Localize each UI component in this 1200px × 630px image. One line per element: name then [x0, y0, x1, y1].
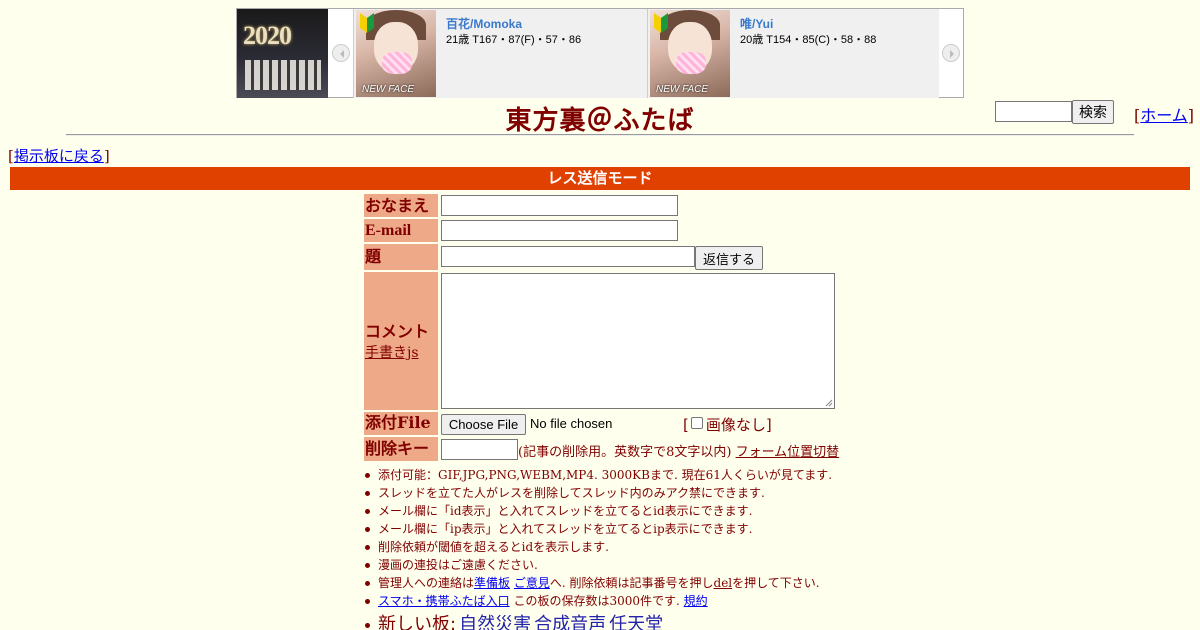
list-item: 削除依頼が閾値を超えるとidを表示します. [364, 538, 832, 556]
list-item: メール欄に「id表示」と入れてスレッドを立てるとid表示にできます. [364, 502, 832, 520]
contact-text-mid: へ. 削除依頼は記事番号を押し [549, 576, 714, 590]
resize-grip-icon[interactable] [825, 399, 833, 407]
list-item: スマホ・携帯ふたば入口 この板の保存数は3000件です. 規約 [364, 592, 832, 610]
choose-file-button[interactable]: Choose File [441, 414, 526, 435]
rules-link[interactable]: 規約 [684, 594, 708, 608]
back-to-board-link[interactable]: 掲示板に戻る [14, 147, 104, 165]
divider [66, 134, 1134, 136]
file-status: No file chosen [530, 416, 613, 431]
delete-key-field[interactable] [441, 439, 518, 460]
list-item: 管理人への連絡は準備板 ご意見へ. 削除依頼は記事番号を押しdelを押して下さい… [364, 574, 832, 592]
ad-card-spec: 21歳 T167・87(F)・57・86 [446, 34, 582, 46]
new-boards-item: 新しい板: 自然災害 合成音声 任天堂 [364, 612, 832, 630]
ad-year-text: 2020 [243, 21, 292, 50]
prep-board-link[interactable]: 準備板 [474, 576, 510, 590]
comment-label: コメント [365, 322, 430, 341]
new-board-link[interactable]: 任天堂 [609, 614, 663, 630]
list-item: スレッドを立てた人がレスを削除してスレッド内のみアク禁にできます. [364, 484, 832, 502]
new-boards-label: 新しい板: [378, 614, 457, 630]
comment-textarea[interactable] [441, 273, 835, 409]
ad-people-image [245, 60, 321, 90]
delete-key-label: 削除キー [364, 437, 438, 461]
no-image-option: [画像なし] [683, 416, 772, 434]
no-image-checkbox[interactable] [690, 417, 703, 429]
name-label: おなまえ [364, 194, 438, 217]
back-nav: [掲示板に戻る] [8, 147, 110, 165]
ad-thumbnail[interactable]: NEW FACE [650, 10, 730, 97]
comment-label-cell: コメント 手書きjs [364, 272, 438, 410]
ad-banner[interactable]: 2020 NEW FACE 百花/Momoka 21歳 T167・87(F)・5… [236, 8, 964, 98]
ad-thumbnail[interactable]: NEW FACE [356, 10, 436, 97]
retention-text: この板の保存数は3000件です. [509, 594, 680, 608]
search-button[interactable]: 検索 [1072, 100, 1114, 124]
ad-card[interactable]: NEW FACE 百花/Momoka 21歳 T167・87(F)・57・86 [353, 9, 647, 98]
feedback-link[interactable]: ご意見 [514, 576, 550, 590]
contact-text: 管理人への連絡は [378, 576, 475, 590]
reply-submit-button[interactable]: 返信する [695, 246, 763, 270]
carousel-next-arrow-icon[interactable] [942, 44, 960, 62]
new-face-badge: NEW FACE [656, 84, 709, 95]
search-input[interactable] [995, 101, 1072, 122]
mobile-entrance-link[interactable]: スマホ・携帯ふたば入口 [378, 594, 510, 608]
ad-card[interactable]: NEW FACE 唯/Yui 20歳 T154・85(C)・58・88 [647, 9, 939, 98]
list-item: 添付可能：GIF,JPG,PNG,WEBM,MP4. 3000KBまで. 現在6… [364, 466, 832, 484]
subject-field[interactable] [441, 246, 695, 267]
subject-label: 題 名 [364, 244, 438, 292]
new-board-link[interactable]: 合成音声 [534, 614, 606, 630]
file-label: 添付File [364, 412, 438, 435]
carousel-prev-arrow-icon[interactable] [332, 44, 350, 62]
handwriting-link[interactable]: 手書きjs [365, 345, 419, 361]
ad-card-name[interactable]: 唯/Yui [740, 15, 773, 32]
email-field[interactable] [441, 220, 678, 241]
list-item: 漫画の連投はご遠慮ください. [364, 556, 832, 574]
ad-card-spec: 20歳 T154・85(C)・58・88 [740, 34, 877, 46]
ad-group-photo[interactable]: 2020 [237, 9, 328, 98]
contact-text-end: を押して下さい. [732, 576, 820, 590]
email-label: E-mail [364, 219, 438, 242]
home-link[interactable]: ホーム [1140, 106, 1188, 125]
reply-mode-banner: レス送信モード [10, 167, 1190, 190]
new-board-link[interactable]: 自然災害 [459, 614, 531, 630]
notes-list: 添付可能：GIF,JPG,PNG,WEBM,MP4. 3000KBまで. 現在6… [364, 466, 832, 630]
delete-key-note: (記事の削除用。英数字で8文字以内) フォーム位置切替 [518, 441, 839, 460]
ad-card-name[interactable]: 百花/Momoka [446, 15, 522, 32]
delete-key-hint: (記事の削除用。英数字で8文字以内) [518, 445, 732, 460]
form-position-toggle-link[interactable]: フォーム位置切替 [736, 445, 840, 460]
list-item: メール欄に「ip表示」と入れてスレッドを立てるとip表示にできます. [364, 520, 832, 538]
del-link[interactable]: del [714, 576, 733, 590]
beginner-mark-icon [654, 13, 668, 33]
name-field[interactable] [441, 195, 678, 216]
no-image-label: 画像なし [705, 416, 766, 434]
home-nav: [ホーム] [1134, 106, 1195, 125]
new-face-badge: NEW FACE [362, 84, 415, 95]
beginner-mark-icon [360, 13, 374, 33]
